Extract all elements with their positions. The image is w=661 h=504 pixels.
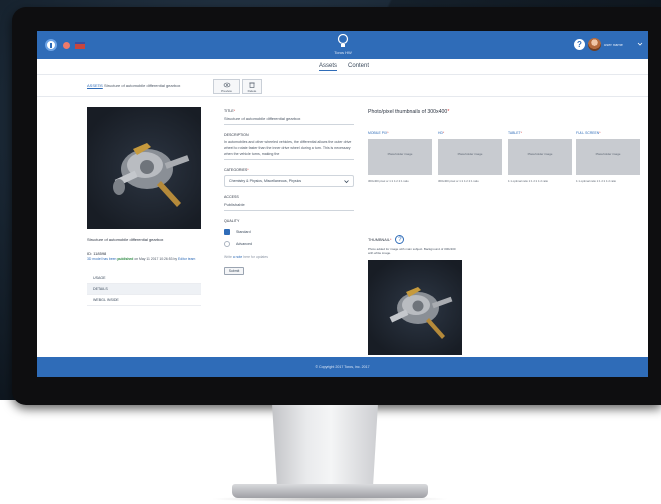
footer: © Copyright 2017 Toros, inc. 2017 bbox=[37, 357, 648, 377]
gearbox-image bbox=[113, 143, 190, 207]
side-item-webgl[interactable]: WEBGL INSIDE bbox=[87, 295, 201, 306]
categories-select[interactable]: Chemistry & Physics, Miscellaneous, Phys… bbox=[224, 175, 354, 187]
preview-col-mobile: MOBILE PIX* Placeholder image 300x400 pi… bbox=[368, 131, 432, 183]
categories-label-text: CATEGORIES bbox=[224, 168, 248, 172]
meta-status: published bbox=[117, 257, 134, 261]
gearbox-image bbox=[389, 287, 453, 339]
meta-date: on May 11 2017 10:26:53 bbox=[134, 257, 173, 261]
option-standard-label: Standard bbox=[236, 230, 251, 234]
preview-label-mobile: MOBILE PIX* bbox=[368, 131, 389, 135]
monitor-stand-neck bbox=[272, 405, 378, 489]
note-link[interactable]: a note bbox=[233, 255, 242, 259]
description-field[interactable]: In automobiles and other wheeled vehicle… bbox=[224, 137, 354, 160]
delete-label: Delete bbox=[247, 89, 257, 93]
previews-panel: Photo/pixel thumbnails of 300x400* MOBIL… bbox=[368, 109, 648, 362]
option-standard[interactable]: Standard bbox=[224, 229, 354, 235]
monitor-screen: Toros HW ? user name Assets Content ASSE… bbox=[37, 31, 648, 377]
side-item-usage[interactable]: USAGE bbox=[87, 273, 201, 284]
nav-content[interactable]: Content bbox=[348, 63, 369, 69]
form-note: Write a note here for updates bbox=[224, 255, 354, 259]
preview-caption: 1:1 optimal ratio 1:1 2:1 1:2 ratio bbox=[576, 179, 617, 183]
asset-id: ID: 118598 bbox=[87, 251, 107, 256]
side-menu: USAGE DETAILS WEBGL INSIDE bbox=[87, 273, 201, 306]
preview-label: Preview bbox=[221, 89, 232, 93]
submit-button[interactable]: Submit bbox=[224, 267, 244, 275]
breadcrumb-separator: > bbox=[99, 83, 102, 88]
side-item-details[interactable]: DETAILS bbox=[87, 284, 201, 295]
meta-prefix: 3D model has been bbox=[87, 257, 117, 261]
categories-value: Chemistry & Physics, Miscellaneous, Phys… bbox=[229, 179, 302, 183]
preview-button[interactable]: Preview bbox=[213, 79, 240, 94]
preview-caption: 300x400 pixel or 1:1 1:2 2:1 ratio bbox=[438, 179, 479, 183]
chevron-down-icon bbox=[344, 180, 349, 184]
asset-form: TITLE* Structure of automobile different… bbox=[224, 109, 354, 275]
help-icon[interactable]: ? bbox=[395, 235, 405, 244]
title-label-text: TITLE bbox=[224, 109, 234, 113]
preview-caption: 1:1 optimal ratio 1:1 2:1 1:2 ratio bbox=[508, 179, 549, 183]
title-field[interactable]: Structure of automobile differential gea… bbox=[224, 113, 354, 125]
preview-col-tablet: TABLET* Placeholder image 1:1 optimal ra… bbox=[508, 131, 572, 183]
preview-placeholder[interactable]: Placeholder image bbox=[576, 139, 640, 175]
access-field[interactable]: Publishable bbox=[224, 199, 354, 211]
preview-col-hd: HD* Placeholder image 300x400 pixel or 1… bbox=[438, 131, 502, 183]
thumbnail-note: Photo added for image with main subject.… bbox=[368, 247, 456, 255]
breadcrumb-current: Structure of automobile differential gea… bbox=[104, 83, 181, 88]
app-name: Toros HW bbox=[334, 50, 352, 55]
meta-by: by bbox=[173, 257, 178, 261]
language-flag-icon[interactable] bbox=[75, 42, 85, 49]
option-advanced-label: Advanced bbox=[236, 242, 252, 246]
option-advanced[interactable]: Advanced bbox=[224, 241, 354, 247]
quality-label: QUALITY bbox=[224, 219, 240, 223]
asset-thumbnail[interactable] bbox=[87, 107, 201, 229]
monitor-stand-base bbox=[232, 484, 428, 498]
monitor-bezel: Toros HW ? user name Assets Content ASSE… bbox=[12, 7, 661, 405]
chevron-down-icon[interactable] bbox=[637, 41, 643, 47]
meta-user[interactable]: Editor team bbox=[178, 257, 195, 261]
preview-placeholder[interactable]: Placeholder image bbox=[508, 139, 572, 175]
preview-caption: 300x400 pixel or 1:1 1:2 2:1 ratio bbox=[368, 179, 409, 183]
preview-label-fullscreen: FULL SCREEN* bbox=[576, 131, 601, 135]
user-name[interactable]: user name bbox=[604, 42, 623, 47]
preview-label-tablet: TABLET* bbox=[508, 131, 522, 135]
thumbnail-label: THUMBNAIL * ? bbox=[368, 235, 405, 244]
previews-title-text: Photo/pixel thumbnails of 300x400 bbox=[368, 109, 448, 115]
help-icon[interactable]: ? bbox=[574, 39, 585, 50]
categories-label: CATEGORIES* bbox=[224, 168, 249, 172]
trash-icon bbox=[249, 82, 255, 88]
checkbox-checked-icon[interactable] bbox=[224, 229, 230, 235]
note-suffix: here for updates bbox=[243, 255, 268, 259]
asset-title: Structure of automobile differential gea… bbox=[87, 237, 164, 242]
radio-unchecked-icon[interactable] bbox=[224, 241, 230, 247]
thumbnail-label-text: THUMBNAIL bbox=[368, 237, 390, 242]
eye-icon bbox=[223, 82, 230, 88]
preview-label-hd: HD* bbox=[438, 131, 445, 135]
note-prefix: Write bbox=[224, 255, 232, 259]
top-nav: Assets Content bbox=[37, 59, 648, 75]
previews-title: Photo/pixel thumbnails of 300x400* bbox=[368, 109, 450, 115]
nav-assets[interactable]: Assets bbox=[319, 63, 338, 71]
avatar[interactable] bbox=[588, 38, 601, 51]
lightbulb-icon bbox=[337, 34, 349, 47]
breadcrumb: ASSETS > Structure of automobile differe… bbox=[37, 76, 648, 97]
asset-meta: 3D model has been published on May 11 20… bbox=[87, 257, 217, 262]
preview-placeholder[interactable]: Placeholder image bbox=[438, 139, 502, 175]
thumbnail-image[interactable] bbox=[368, 260, 462, 355]
delete-button[interactable]: Delete bbox=[242, 79, 262, 94]
app-header: Toros HW ? user name bbox=[37, 31, 648, 59]
notification-icon[interactable] bbox=[63, 42, 70, 49]
preview-placeholder[interactable]: Placeholder image bbox=[368, 139, 432, 175]
app-logo-icon[interactable] bbox=[45, 39, 57, 51]
preview-col-fullscreen: FULL SCREEN* Placeholder image 1:1 optim… bbox=[576, 131, 640, 183]
